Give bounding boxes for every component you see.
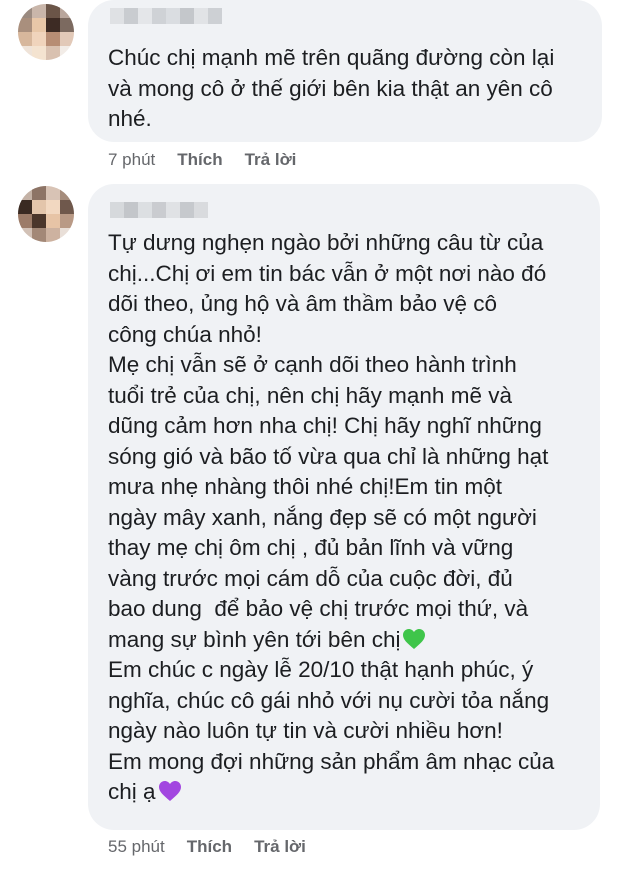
avatar[interactable] bbox=[18, 4, 74, 60]
comment-text: Tự dưng nghẹn ngào bởi những câu từ của … bbox=[108, 228, 586, 808]
reply-button[interactable]: Trả lời bbox=[245, 150, 297, 170]
comment-time[interactable]: 7 phút bbox=[108, 150, 155, 170]
avatar[interactable] bbox=[18, 186, 74, 242]
comment-meta: 55 phút Thích Trả lời bbox=[108, 837, 306, 857]
commenter-name-blurred[interactable] bbox=[110, 8, 222, 24]
comment-bubble: Tự dưng nghẹn ngào bởi những câu từ của … bbox=[88, 184, 600, 830]
comment-text: Chúc chị mạnh mẽ trên quãng đường còn lạ… bbox=[108, 45, 555, 131]
comment-bubble: Chúc chị mạnh mẽ trên quãng đường còn lạ… bbox=[88, 0, 602, 142]
like-button[interactable]: Thích bbox=[177, 150, 222, 170]
commenter-name-blurred[interactable] bbox=[110, 202, 208, 218]
green-heart-icon bbox=[403, 628, 426, 649]
comment-meta: 7 phút Thích Trả lời bbox=[108, 150, 296, 170]
comment-text-part-1: Tự dưng nghẹn ngào bởi những câu từ của … bbox=[108, 230, 549, 652]
comment-time[interactable]: 55 phút bbox=[108, 837, 165, 857]
reply-button[interactable]: Trả lời bbox=[254, 837, 306, 857]
like-button[interactable]: Thích bbox=[187, 837, 232, 857]
purple-heart-icon bbox=[158, 781, 181, 801]
